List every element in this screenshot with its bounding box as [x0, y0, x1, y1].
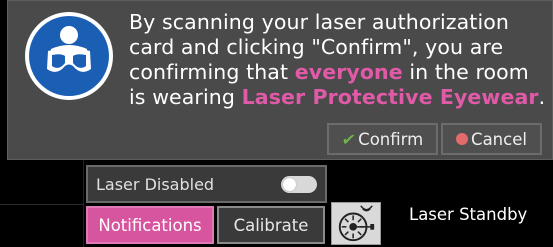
switch-knob	[283, 178, 296, 191]
cancel-button[interactable]: Cancel	[441, 123, 542, 155]
safety-goggles-icon	[25, 12, 113, 100]
message-text: .	[538, 85, 546, 109]
notifications-label: Notifications	[98, 215, 202, 235]
cancel-icon	[456, 133, 469, 145]
message-highlight-eyewear: Laser Protective Eyewear	[241, 85, 539, 109]
laser-toggle-switch[interactable]	[281, 176, 317, 193]
eyewear-confirmation-dialog: By scanning your laser authorization car…	[7, 0, 553, 160]
cancel-label: Cancel	[471, 129, 527, 149]
left-strip	[0, 160, 84, 247]
message-highlight-everyone: everyone	[294, 60, 403, 84]
check-icon: ✔	[340, 129, 357, 149]
notifications-button[interactable]: Notifications	[86, 206, 214, 244]
laser-toggle-row: Laser Disabled	[86, 165, 327, 203]
calibrate-label: Calibrate	[233, 215, 309, 235]
calibrate-button[interactable]: Calibrate	[217, 206, 325, 244]
laser-radiation-warning-icon	[331, 202, 381, 245]
confirmation-message: By scanning your laser authorization car…	[129, 10, 549, 110]
confirm-button[interactable]: ✔ Confirm	[327, 123, 438, 155]
laser-toggle-label: Laser Disabled	[96, 175, 215, 194]
confirm-label: Confirm	[358, 129, 424, 149]
laser-status: Laser Standby	[409, 205, 528, 224]
